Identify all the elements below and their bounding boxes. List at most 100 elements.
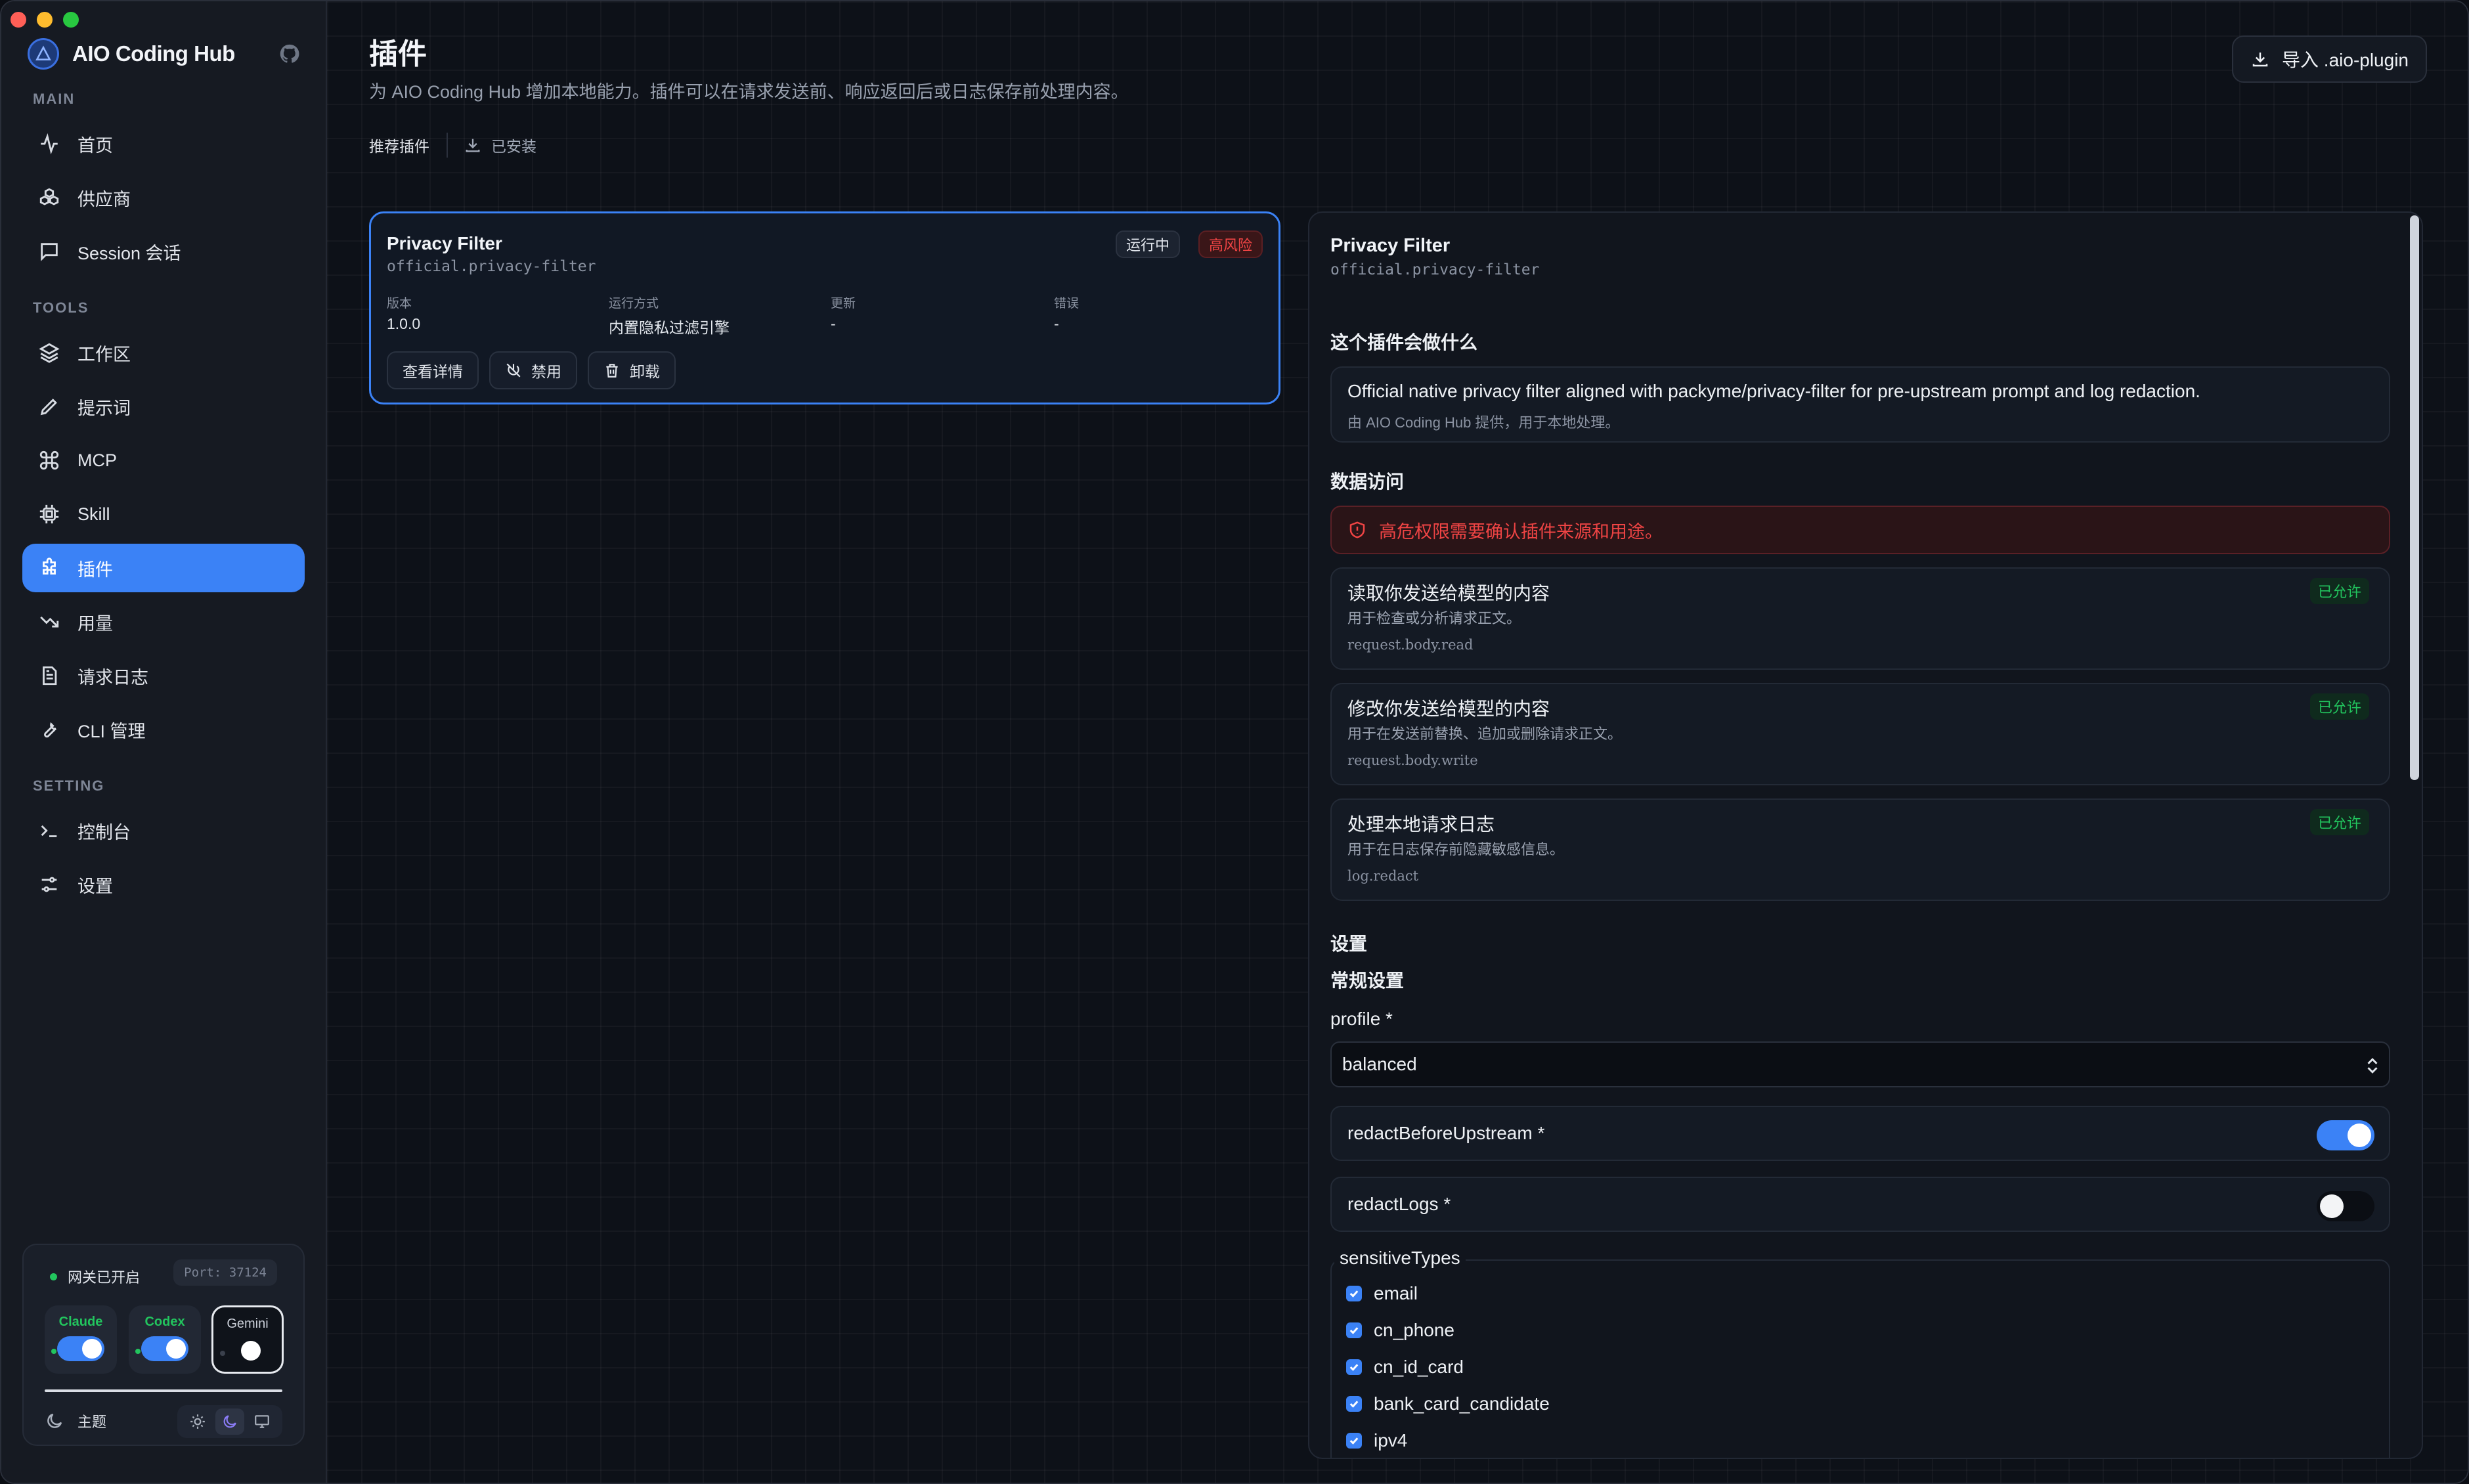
- cli-tile-gemini[interactable]: Gemini: [211, 1305, 284, 1374]
- permission-code: request.body.read: [1347, 637, 1474, 653]
- redact-logs-toggle[interactable]: [2317, 1191, 2374, 1221]
- profile-select[interactable]: balanced: [1330, 1041, 2390, 1087]
- boxes-icon: [39, 188, 59, 206]
- meta-value: 内置隐私过滤引擎: [609, 319, 730, 336]
- check-icon: [1349, 1327, 1359, 1334]
- trash-icon: [606, 364, 618, 378]
- tab-installed[interactable]: 已安装: [464, 134, 536, 156]
- nav-home[interactable]: 首页: [22, 120, 305, 168]
- permission-title: 处理本地请求日志: [1347, 814, 1495, 835]
- toggle-label: redactBeforeUpstream *: [1347, 1123, 1545, 1143]
- disable-button[interactable]: 禁用: [489, 351, 577, 389]
- cli-name: Gemini: [227, 1317, 269, 1331]
- app-logo-icon: [28, 38, 59, 70]
- tab-label: 推荐插件: [369, 138, 429, 155]
- view-details-button[interactable]: 查看详情: [387, 351, 479, 389]
- button-label: 禁用: [531, 363, 561, 380]
- nav-settings[interactable]: 设置: [22, 860, 305, 909]
- checkbox-ipv4[interactable]: ipv4: [1346, 1430, 1407, 1451]
- nav-label: CLI 管理: [77, 721, 146, 741]
- section-label-setting: SETTING: [33, 777, 105, 794]
- redact-before-upstream-toggle[interactable]: [2317, 1120, 2374, 1150]
- plugin-name: Privacy Filter: [387, 233, 502, 253]
- check-icon: [1349, 1437, 1359, 1445]
- window-controls: [11, 12, 79, 28]
- meta-key: 更新: [831, 297, 856, 311]
- checkbox-label: cn_id_card: [1374, 1357, 1464, 1377]
- checkbox[interactable]: [1346, 1433, 1362, 1449]
- checkbox[interactable]: [1346, 1396, 1362, 1412]
- plugin-card[interactable]: Privacy Filter official.privacy-filter 运…: [369, 211, 1280, 404]
- gemini-toggle[interactable]: [224, 1338, 271, 1363]
- checkbox-email[interactable]: email: [1346, 1283, 1418, 1304]
- nav-mcp[interactable]: MCP: [22, 436, 305, 485]
- allowed-badge: 已允许: [2309, 693, 2369, 720]
- scrollbar[interactable]: [2410, 215, 2419, 780]
- permission-title: 读取你发送给模型的内容: [1347, 583, 1550, 603]
- message-square-icon: [41, 243, 58, 261]
- section-label-tools: TOOLS: [33, 299, 89, 316]
- brand: AIO Coding Hub: [28, 38, 301, 70]
- settings-heading: 设置: [1330, 934, 1368, 954]
- close-window-button[interactable]: [11, 12, 26, 28]
- theme-light-button[interactable]: [183, 1408, 212, 1435]
- checkbox[interactable]: [1346, 1359, 1362, 1375]
- meta-key: 运行方式: [609, 297, 659, 311]
- nav-providers[interactable]: 供应商: [22, 173, 305, 222]
- meta-runtime: 运行方式 内置隐私过滤引擎: [609, 294, 825, 338]
- moon-icon: [223, 1415, 236, 1428]
- cli-tile-codex[interactable]: Codex: [129, 1305, 201, 1374]
- nav-plugins[interactable]: 插件: [22, 544, 305, 592]
- gateway-port: Port: 37124: [173, 1259, 277, 1286]
- nav-label: 首页: [77, 135, 113, 156]
- general-settings-heading: 常规设置: [1330, 971, 1405, 991]
- checkbox[interactable]: [1346, 1322, 1362, 1338]
- sun-icon: [190, 1414, 205, 1429]
- cli-name: Codex: [144, 1315, 185, 1329]
- theme-switcher: [177, 1405, 282, 1438]
- codex-toggle[interactable]: [141, 1336, 188, 1361]
- check-icon: [1349, 1364, 1359, 1371]
- import-plugin-button[interactable]: 导入 .aio-plugin: [2232, 35, 2427, 83]
- divider: [447, 133, 448, 158]
- uninstall-button[interactable]: 卸载: [588, 351, 676, 389]
- nav-cli-management[interactable]: CLI 管理: [22, 705, 305, 754]
- power-off-icon: [506, 363, 521, 378]
- tab-recommended[interactable]: 推荐插件: [369, 134, 429, 156]
- nav-request-logs[interactable]: 请求日志: [22, 651, 305, 700]
- checkbox-label: email: [1374, 1283, 1418, 1303]
- github-icon[interactable]: [278, 43, 301, 65]
- nav-label: 控制台: [77, 822, 131, 842]
- claude-toggle[interactable]: [57, 1336, 104, 1361]
- high-risk-warning: 高危权限需要确认插件来源和用途。: [1330, 506, 2390, 554]
- checkbox[interactable]: [1346, 1286, 1362, 1301]
- nav-label: Session 会话: [77, 243, 181, 263]
- nav-sessions[interactable]: Session 会话: [22, 227, 305, 276]
- status-dot: [135, 1349, 141, 1354]
- nav-skill[interactable]: Skill: [22, 490, 305, 538]
- import-label: 导入 .aio-plugin: [2282, 50, 2409, 70]
- status-badge: 运行中: [1115, 230, 1180, 258]
- theme-system-button[interactable]: [248, 1408, 276, 1435]
- nav-console[interactable]: 控制台: [22, 806, 305, 855]
- nav-prompts[interactable]: 提示词: [22, 382, 305, 431]
- app-window: AIO Coding Hub MAIN 首页 供应商 Session 会话 TO…: [0, 0, 2469, 1484]
- theme-dark-button[interactable]: [215, 1408, 244, 1435]
- description-box: Official native privacy filter aligned w…: [1330, 366, 2390, 443]
- shield-alert-icon: [1349, 521, 1365, 538]
- nav-usage[interactable]: 用量: [22, 598, 305, 646]
- maximize-window-button[interactable]: [63, 12, 79, 28]
- checkbox-bank-card-candidate[interactable]: bank_card_candidate: [1346, 1393, 1550, 1414]
- checkbox-cn-id-card[interactable]: cn_id_card: [1346, 1357, 1464, 1378]
- minimize-window-button[interactable]: [37, 12, 53, 28]
- meta-value: -: [831, 315, 836, 332]
- cli-tile-claude[interactable]: Claude: [45, 1305, 117, 1374]
- trending-down-icon: [40, 616, 59, 628]
- terminal-icon: [41, 825, 57, 837]
- meta-error: 错误 -: [1054, 294, 1271, 333]
- nav-workspace[interactable]: 工作区: [22, 328, 305, 377]
- redact-logs-row: redactLogs *: [1330, 1177, 2390, 1232]
- status-dot: [51, 1349, 56, 1354]
- checkbox-cn-phone[interactable]: cn_phone: [1346, 1320, 1454, 1341]
- toggle-label: redactLogs *: [1347, 1194, 1451, 1214]
